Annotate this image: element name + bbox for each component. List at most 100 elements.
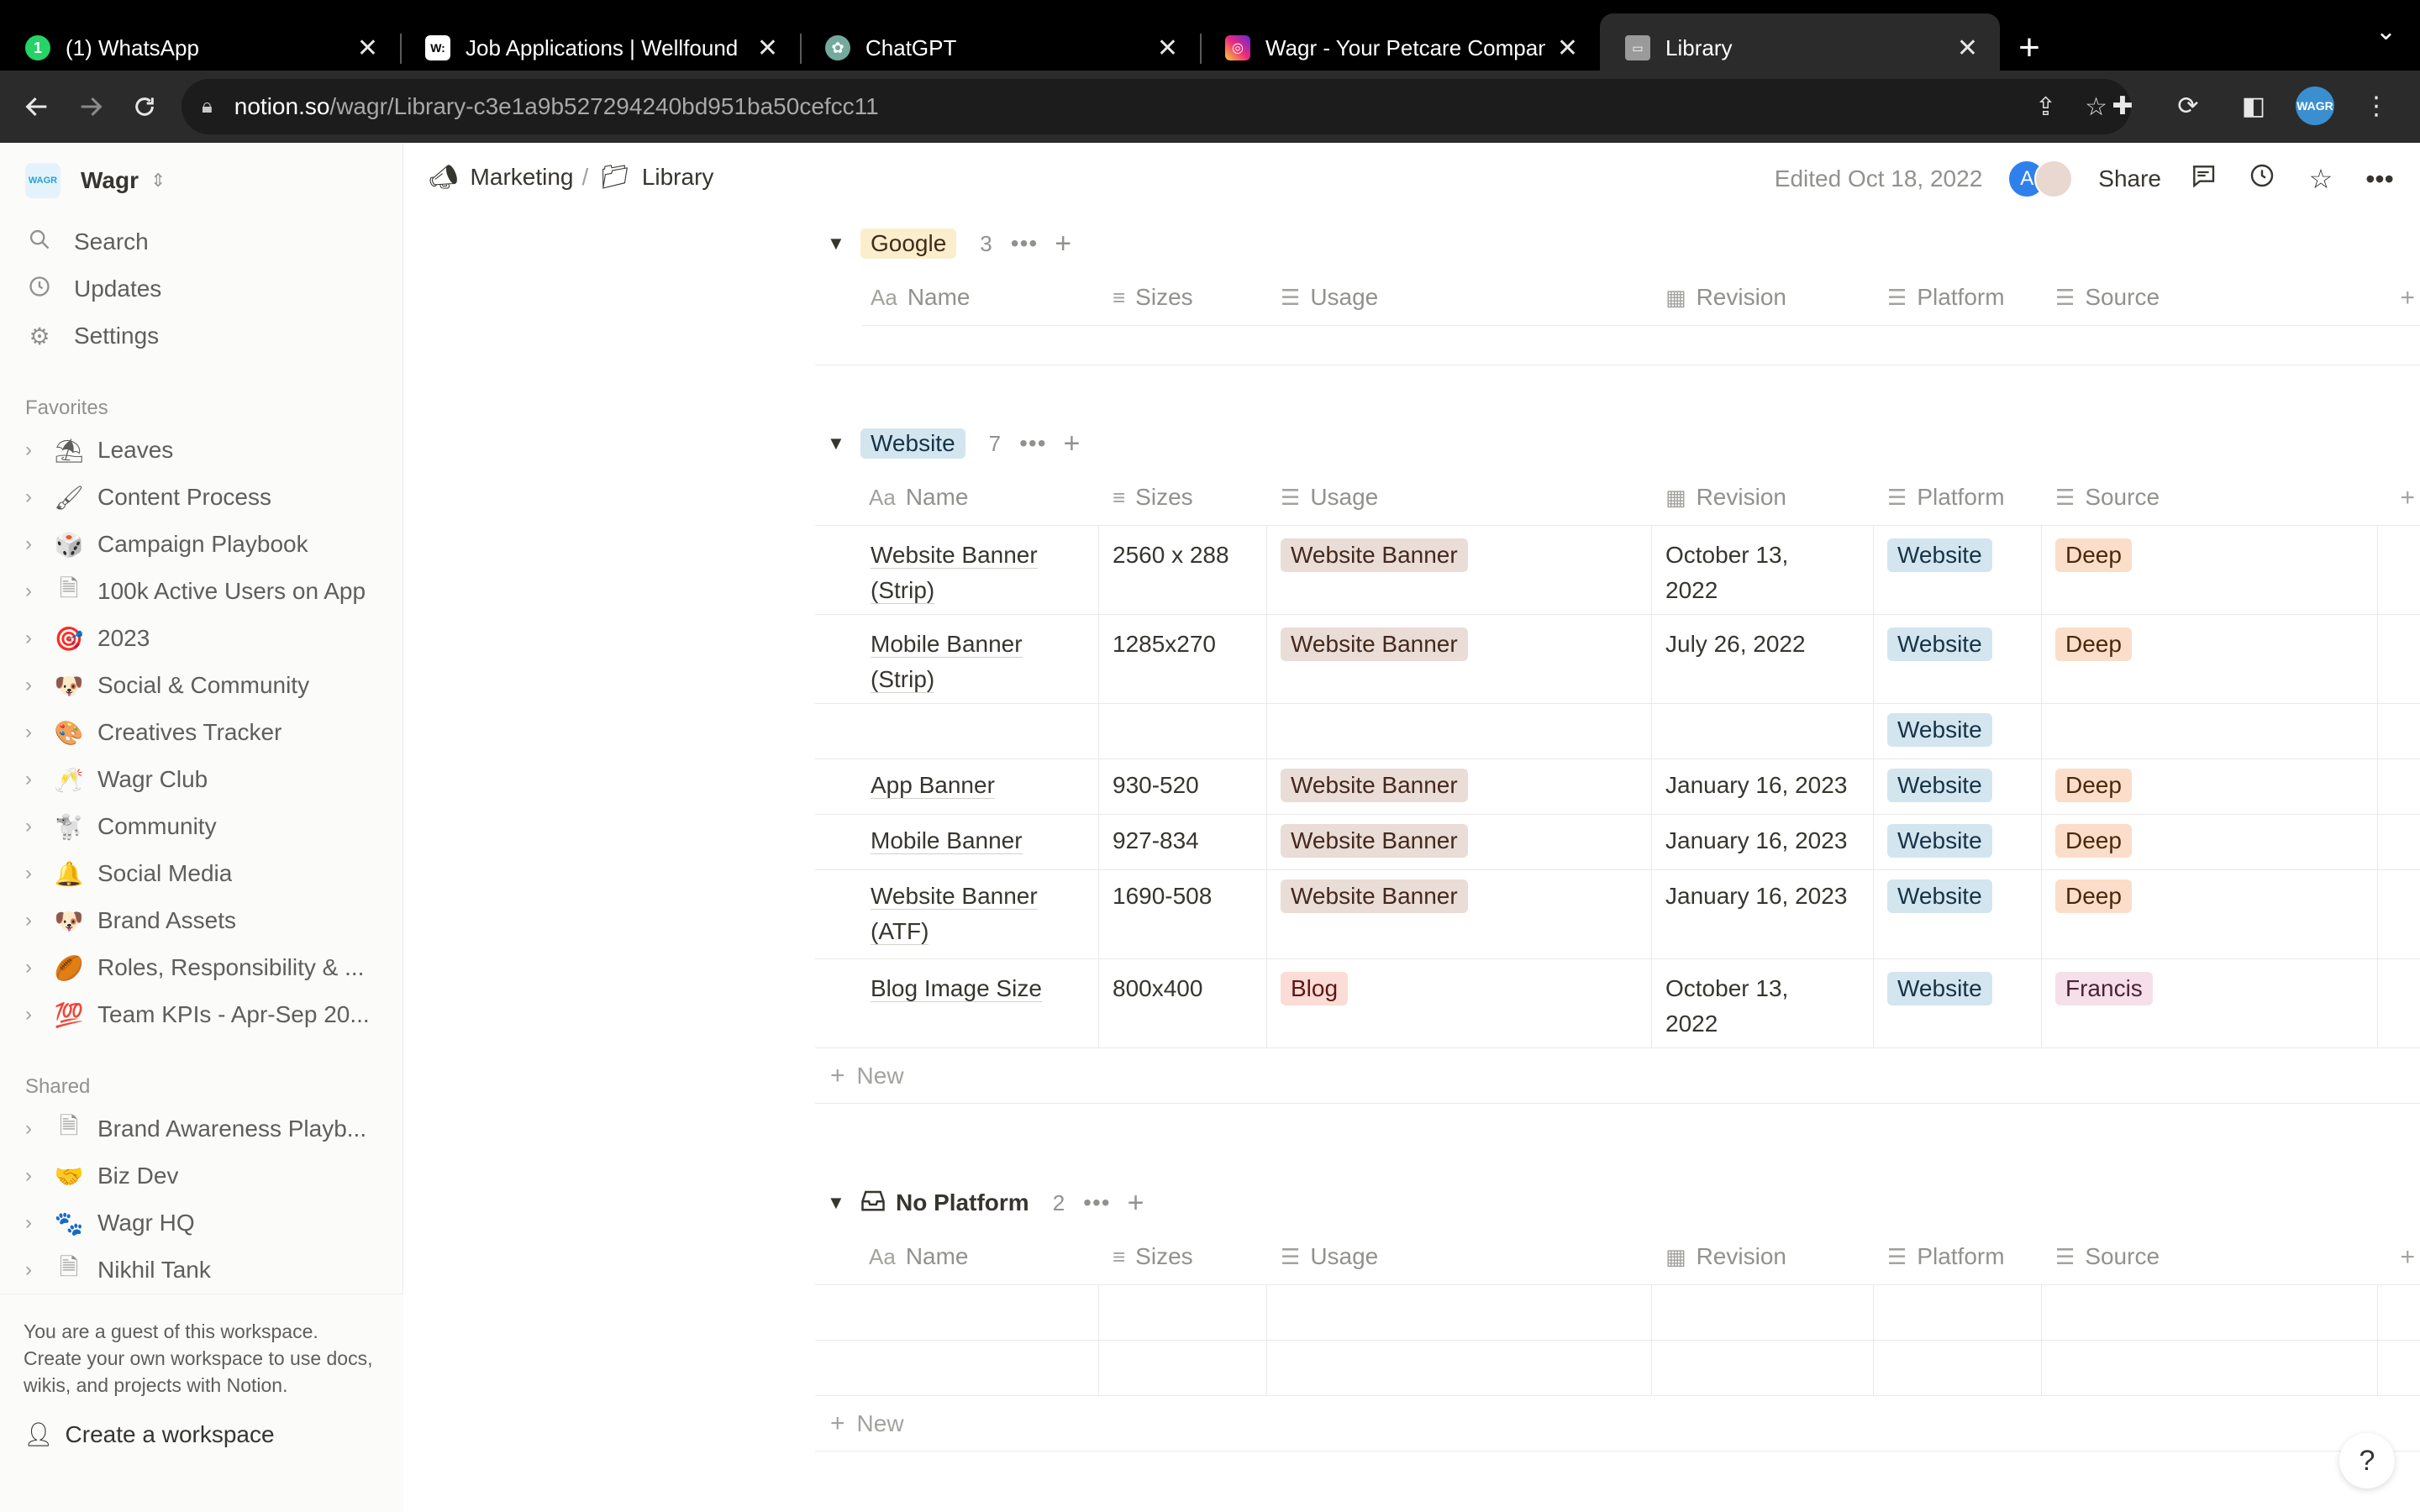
- side-panel-icon[interactable]: ◧: [2230, 81, 2277, 131]
- sidebar-settings[interactable]: ⚙ Settings: [0, 312, 402, 360]
- cell-revision[interactable]: January 16, 2023: [1652, 759, 1874, 814]
- share-icon[interactable]: ⇪: [2035, 92, 2056, 122]
- cell-source[interactable]: [2042, 704, 2378, 759]
- chevron-right-icon[interactable]: ›: [25, 580, 40, 603]
- column-platform[interactable]: ☰ Platform: [1887, 469, 2005, 526]
- sidebar-item-2023[interactable]: › 🎯 2023: [0, 615, 402, 662]
- cell-revision[interactable]: July 26, 2022: [1652, 615, 1874, 703]
- cell-sizes[interactable]: 800x400: [1099, 959, 1267, 1047]
- column-sizes[interactable]: ≡ Sizes: [1113, 1228, 1193, 1285]
- toggle-triangle-icon[interactable]: ▼: [827, 1192, 850, 1214]
- table-row[interactable]: App Banner 930-520 Website Banner Januar…: [815, 759, 2420, 815]
- chevron-right-icon[interactable]: ›: [25, 486, 40, 509]
- column-usage[interactable]: ☰ Usage: [1281, 469, 1378, 526]
- column-source[interactable]: ☰ Source: [2055, 269, 2160, 326]
- sidebar-item-social-media[interactable]: › 🔔 Social Media: [0, 850, 402, 897]
- more-icon[interactable]: •••: [1011, 230, 1038, 257]
- chevron-right-icon[interactable]: ›: [25, 768, 40, 791]
- cell-platform[interactable]: Website: [1874, 870, 2042, 958]
- chevron-down-icon[interactable]: ⌄: [2375, 17, 2396, 46]
- add-icon[interactable]: +: [1055, 228, 1071, 260]
- cell-name[interactable]: App Banner: [857, 759, 1099, 814]
- column-source[interactable]: ☰ Source: [2055, 1228, 2160, 1285]
- cell-name[interactable]: Blog Image Size: [857, 959, 1099, 1047]
- chevron-right-icon[interactable]: ›: [25, 533, 40, 556]
- cell-revision[interactable]: [1652, 1285, 1874, 1340]
- cell-revision[interactable]: January 16, 2023: [1652, 870, 1874, 958]
- chevron-right-icon[interactable]: ›: [25, 956, 40, 979]
- add-column-icon[interactable]: +: [2400, 1243, 2415, 1272]
- workspace-switcher[interactable]: WAGR Wagr ⇕: [0, 143, 402, 218]
- cell-source[interactable]: [2042, 1285, 2378, 1340]
- cell-sizes[interactable]: 1690-508: [1099, 870, 1267, 958]
- column-platform[interactable]: ☰ Platform: [1887, 269, 2005, 326]
- sidebar-item-nikhil-tank[interactable]: › 🗎 Nikhil Tank: [0, 1247, 402, 1294]
- sidebar-item-community[interactable]: › 🐩 Community: [0, 803, 402, 850]
- sidebar-item-100k-active-users[interactable]: › 🗎 100k Active Users on App: [0, 568, 402, 615]
- edited-timestamp[interactable]: Edited Oct 18, 2022: [1775, 165, 1983, 192]
- forward-button[interactable]: [64, 80, 118, 134]
- chevron-right-icon[interactable]: ›: [25, 438, 40, 462]
- cell-platform[interactable]: [1874, 1341, 2042, 1395]
- chevron-right-icon[interactable]: ›: [25, 674, 40, 697]
- breadcrumb-marketing[interactable]: Marketing: [471, 164, 574, 191]
- cell-name[interactable]: Website Banner (ATF): [857, 870, 1099, 958]
- add-new-row-button[interactable]: + New: [815, 1048, 2420, 1104]
- column-usage[interactable]: ☰ Usage: [1281, 269, 1378, 326]
- table-row[interactable]: Mobile Banner 927-834 Website Banner Jan…: [815, 815, 2420, 870]
- close-icon[interactable]: ✕: [357, 34, 378, 63]
- cell-platform[interactable]: Website: [1874, 704, 2042, 759]
- more-icon[interactable]: •••: [2363, 164, 2396, 195]
- sidebar-item-biz-dev[interactable]: › 🤝 Biz Dev: [0, 1152, 402, 1200]
- table-row[interactable]: Website Banner (ATF) 1690-508 Website Ban…: [815, 870, 2420, 959]
- cell-usage[interactable]: Website Banner: [1267, 526, 1652, 614]
- cell-usage[interactable]: Website Banner: [1267, 615, 1652, 703]
- profile-avatar[interactable]: WAGR: [2296, 87, 2334, 125]
- shared-heading[interactable]: Shared: [0, 1058, 402, 1105]
- cell-revision[interactable]: January 16, 2023: [1652, 815, 1874, 869]
- share-button[interactable]: Share: [2098, 165, 2161, 192]
- cell-platform[interactable]: Website: [1874, 815, 2042, 869]
- cell-name[interactable]: Mobile Banner: [857, 815, 1099, 869]
- column-revision[interactable]: ▦ Revision: [1665, 1228, 1786, 1285]
- history-clock-icon[interactable]: [2245, 162, 2279, 196]
- cell-name[interactable]: [857, 704, 1099, 759]
- more-icon[interactable]: •••: [1083, 1189, 1110, 1216]
- chevron-right-icon[interactable]: ›: [25, 721, 40, 744]
- cell-source[interactable]: Deep: [2042, 815, 2378, 869]
- create-workspace-button[interactable]: 👤︎ Create a workspace: [24, 1420, 380, 1448]
- table-row[interactable]: Mobile Banner (Strip) 1285x270 Website Ba…: [815, 615, 2420, 704]
- chevron-right-icon[interactable]: ›: [25, 1211, 40, 1235]
- help-button[interactable]: ?: [2339, 1433, 2395, 1488]
- cell-source[interactable]: Deep: [2042, 615, 2378, 703]
- column-name[interactable]: Aa Name: [869, 469, 969, 526]
- cell-platform[interactable]: Website: [1874, 759, 2042, 814]
- column-name[interactable]: Aa Name: [871, 269, 971, 326]
- sidebar-item-leaves[interactable]: › ⛱ Leaves: [0, 427, 402, 474]
- cell-platform[interactable]: Website: [1874, 526, 2042, 614]
- toggle-triangle-icon[interactable]: ▼: [827, 233, 850, 255]
- sidebar-item-content-process[interactable]: › 🖌 Content Process: [0, 474, 402, 521]
- group-label[interactable]: Website: [860, 428, 965, 459]
- cell-sizes[interactable]: [1099, 1285, 1267, 1340]
- comment-icon[interactable]: [2186, 162, 2220, 196]
- sidebar-item-wagr-club[interactable]: › 🥂 Wagr Club: [0, 756, 402, 803]
- cell-revision[interactable]: October 13, 2022: [1652, 959, 1874, 1047]
- cell-source[interactable]: Deep: [2042, 870, 2378, 958]
- chevron-right-icon[interactable]: ›: [25, 815, 40, 838]
- cell-usage[interactable]: Website Banner: [1267, 759, 1652, 814]
- cell-usage[interactable]: Website Banner: [1267, 870, 1652, 958]
- cell-sizes[interactable]: [1099, 1341, 1267, 1395]
- table-row[interactable]: Blog Image Size 800x400 Blog October 13,…: [815, 959, 2420, 1048]
- extensions-puzzle-icon[interactable]: ✚: [2099, 81, 2146, 131]
- group-label[interactable]: Google: [860, 228, 957, 259]
- cell-usage[interactable]: Website Banner: [1267, 815, 1652, 869]
- cell-revision[interactable]: October 13, 2022: [1652, 526, 1874, 614]
- chevron-right-icon[interactable]: ›: [25, 1258, 40, 1282]
- table-row[interactable]: Website Banner (Strip) 2560 x 288 Website…: [815, 526, 2420, 615]
- extension-icon[interactable]: ⟳: [2165, 81, 2212, 131]
- add-icon[interactable]: +: [1128, 1187, 1144, 1220]
- cell-sizes[interactable]: 927-834: [1099, 815, 1267, 869]
- column-platform[interactable]: ☰ Platform: [1887, 1228, 2005, 1285]
- cell-platform[interactable]: Website: [1874, 959, 2042, 1047]
